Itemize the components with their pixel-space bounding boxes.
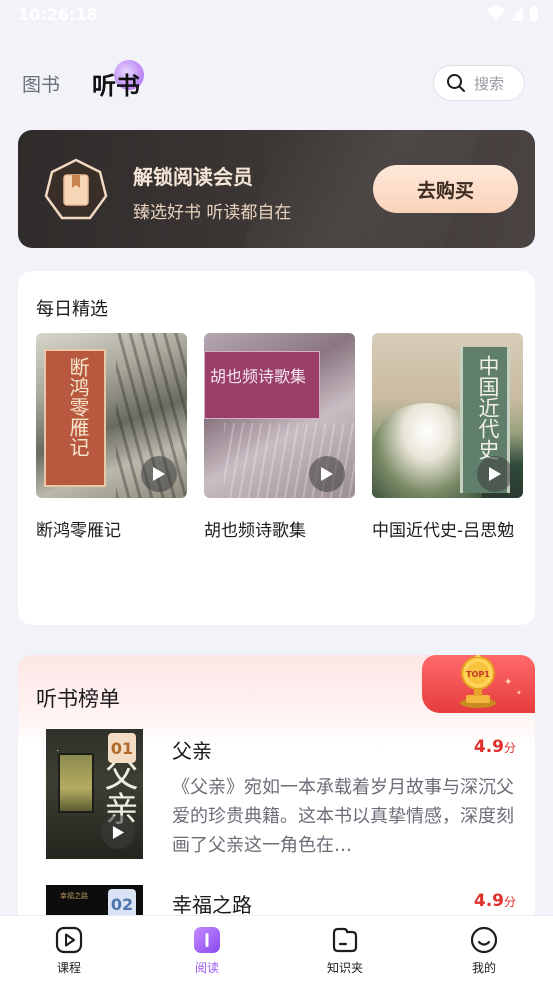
cover-author: · (51, 749, 62, 753)
play-button[interactable] (141, 456, 177, 492)
daily-book-item[interactable]: 胡也频诗歌集 胡也频诗歌集 (204, 333, 355, 541)
status-icons (487, 6, 539, 22)
ranking-book-description: 《父亲》宛如一本承载着岁月故事与深沉父爱的珍贵典籍。这本书以真挚情感，深度刻画了… (172, 777, 514, 856)
vip-book-badge-icon (44, 158, 108, 220)
tab-books[interactable]: 图书 (22, 70, 60, 97)
daily-picks-card: 每日精选 断鸿零雁记 断鸿零雁记 胡也频诗歌集 胡也频诗歌集 中国近代史 中国近… (18, 271, 535, 625)
sparkle-icon: ✦ (516, 689, 522, 697)
folder-icon (332, 927, 358, 953)
profile-icon (470, 926, 498, 954)
cover-title: 胡也频诗歌集 (210, 367, 307, 386)
buy-button[interactable]: 去购买 (373, 165, 518, 213)
search-icon (447, 74, 465, 92)
daily-picks-title: 每日精选 (36, 299, 108, 320)
book-title: 中国近代史-吕思勉 (372, 521, 515, 541)
play-icon (321, 467, 333, 481)
search-box[interactable]: 搜索 (433, 65, 525, 101)
status-bar: 10:26:18 (0, 0, 553, 30)
course-icon (55, 926, 83, 954)
book-cover[interactable]: 胡也频诗歌集 (204, 333, 355, 498)
score-value: 4.9 (473, 737, 504, 757)
rating-score: 4.9分 (474, 891, 516, 911)
status-time: 10:26:18 (18, 5, 98, 24)
nav-label: 课程 (56, 961, 81, 975)
score-unit: 分 (503, 895, 516, 909)
ranking-card: 听书榜单 ✦ ✦ TOP1 · 父亲 01 父亲 4.9分 《父亲》宛如一本承载… (18, 655, 535, 925)
vip-banner[interactable]: 解锁阅读会员 臻选好书 听读都自在 去购买 (18, 130, 535, 248)
cover-title: 幸福之路 (60, 892, 88, 900)
nav-item-course[interactable]: 课程 (34, 926, 104, 976)
nav-item-profile[interactable]: 我的 (449, 926, 519, 976)
tab-audiobooks[interactable]: 听书 (92, 66, 140, 101)
vip-title: 解锁阅读会员 (133, 165, 253, 189)
rank-number: 01 (108, 733, 136, 763)
score-unit: 分 (503, 741, 516, 755)
play-button[interactable] (309, 456, 345, 492)
battery-icon (530, 6, 538, 21)
nav-item-folder[interactable]: 知识夹 (310, 926, 380, 976)
play-icon (112, 825, 124, 839)
top-tab-bar: 图书 听书 搜索 (0, 58, 553, 104)
nav-label: 知识夹 (326, 961, 363, 975)
daily-book-item[interactable]: 断鸿零雁记 断鸿零雁记 (36, 333, 187, 541)
rating-score: 4.9分 (474, 737, 516, 757)
cover-title: 中国近代史 (476, 355, 500, 460)
sparkle-icon: ✦ (504, 677, 513, 688)
book-title: 断鸿零雁记 (36, 521, 121, 541)
vip-subtitle: 臻选好书 听读都自在 (133, 203, 292, 223)
nav-label: 我的 (471, 961, 496, 975)
book-cover[interactable]: 断鸿零雁记 (36, 333, 187, 498)
play-button[interactable] (101, 815, 135, 849)
signal-icon (510, 7, 523, 21)
ranking-book-title: 幸福之路 (172, 893, 252, 917)
ranking-book-title: 父亲 (172, 739, 212, 763)
read-icon (194, 927, 220, 953)
search-placeholder: 搜索 (474, 74, 505, 93)
nav-item-read[interactable]: 阅读 (172, 926, 242, 976)
score-value: 4.9 (473, 891, 504, 911)
bottom-nav: 课程 阅读 知识夹 我的 (0, 915, 553, 984)
trophy-label: TOP1 (466, 670, 490, 679)
wifi-icon (487, 6, 505, 21)
ranking-item[interactable]: · 父亲 01 父亲 4.9分 《父亲》宛如一本承载着岁月故事与深沉父爱的珍贵典… (46, 729, 516, 859)
daily-book-item[interactable]: 中国近代史 中国近代史-吕思勉 (372, 333, 523, 541)
nav-label: 阅读 (194, 961, 219, 975)
book-title: 胡也频诗歌集 (204, 521, 306, 541)
play-icon (153, 467, 165, 481)
play-icon (489, 467, 501, 481)
trophy-icon: TOP1 (460, 655, 496, 708)
cover-title: 断鸿零雁记 (66, 357, 90, 457)
book-cover[interactable]: 中国近代史 (372, 333, 523, 498)
cover-art (58, 753, 94, 813)
ranking-title: 听书榜单 (36, 687, 120, 711)
play-button[interactable] (477, 456, 513, 492)
